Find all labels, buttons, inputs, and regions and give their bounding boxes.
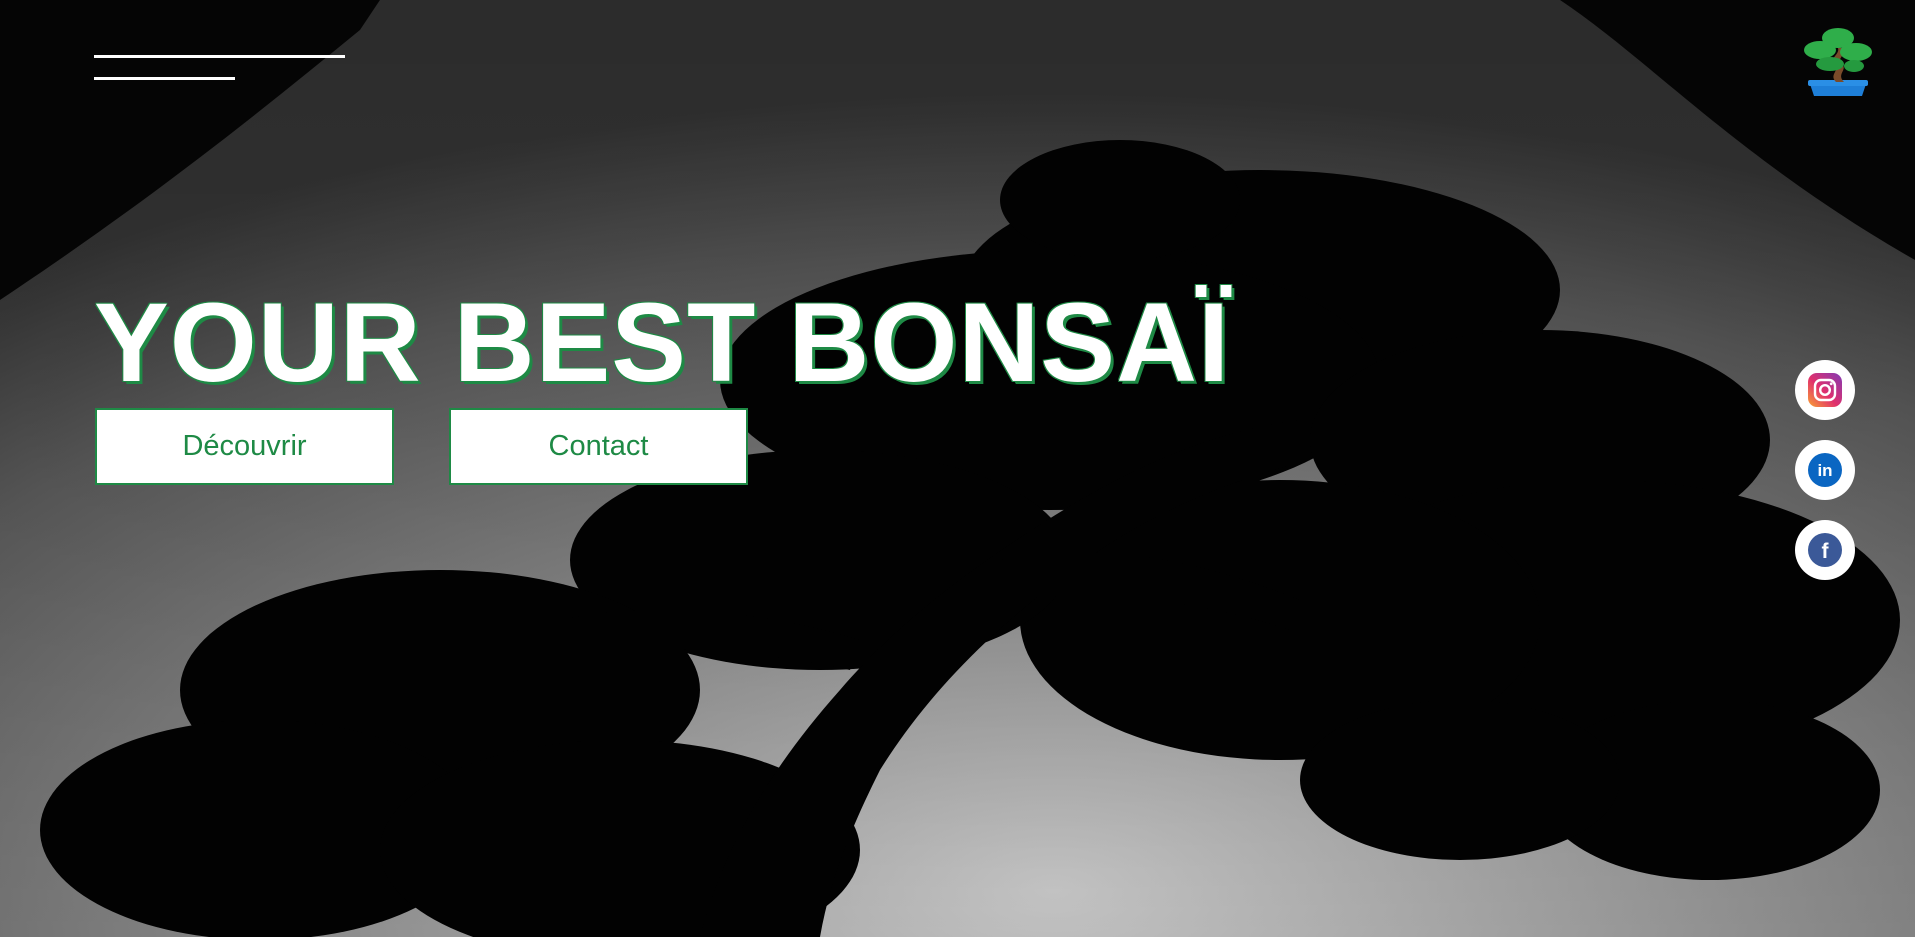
facebook-glyph: f [1822, 540, 1830, 563]
hamburger-menu-icon[interactable] [94, 50, 346, 90]
linkedin-glyph: in [1817, 461, 1832, 480]
menu-line-bottom [94, 77, 235, 80]
bonsai-tree-logo-icon[interactable] [1802, 24, 1874, 102]
facebook-icon: f [1808, 533, 1842, 567]
hero-title: YOUR BEST BONSAÏ [94, 280, 1231, 405]
facebook-link[interactable]: f [1795, 520, 1855, 580]
contact-button[interactable]: Contact [449, 408, 748, 485]
discover-button[interactable]: Découvrir [95, 408, 394, 485]
menu-line-top [94, 55, 345, 58]
instagram-icon [1808, 373, 1842, 407]
instagram-link[interactable] [1795, 360, 1855, 420]
hero-section: YOUR BEST BONSAÏ Découvrir Contact in f [0, 0, 1915, 937]
linkedin-icon: in [1808, 453, 1842, 487]
linkedin-link[interactable]: in [1795, 440, 1855, 500]
